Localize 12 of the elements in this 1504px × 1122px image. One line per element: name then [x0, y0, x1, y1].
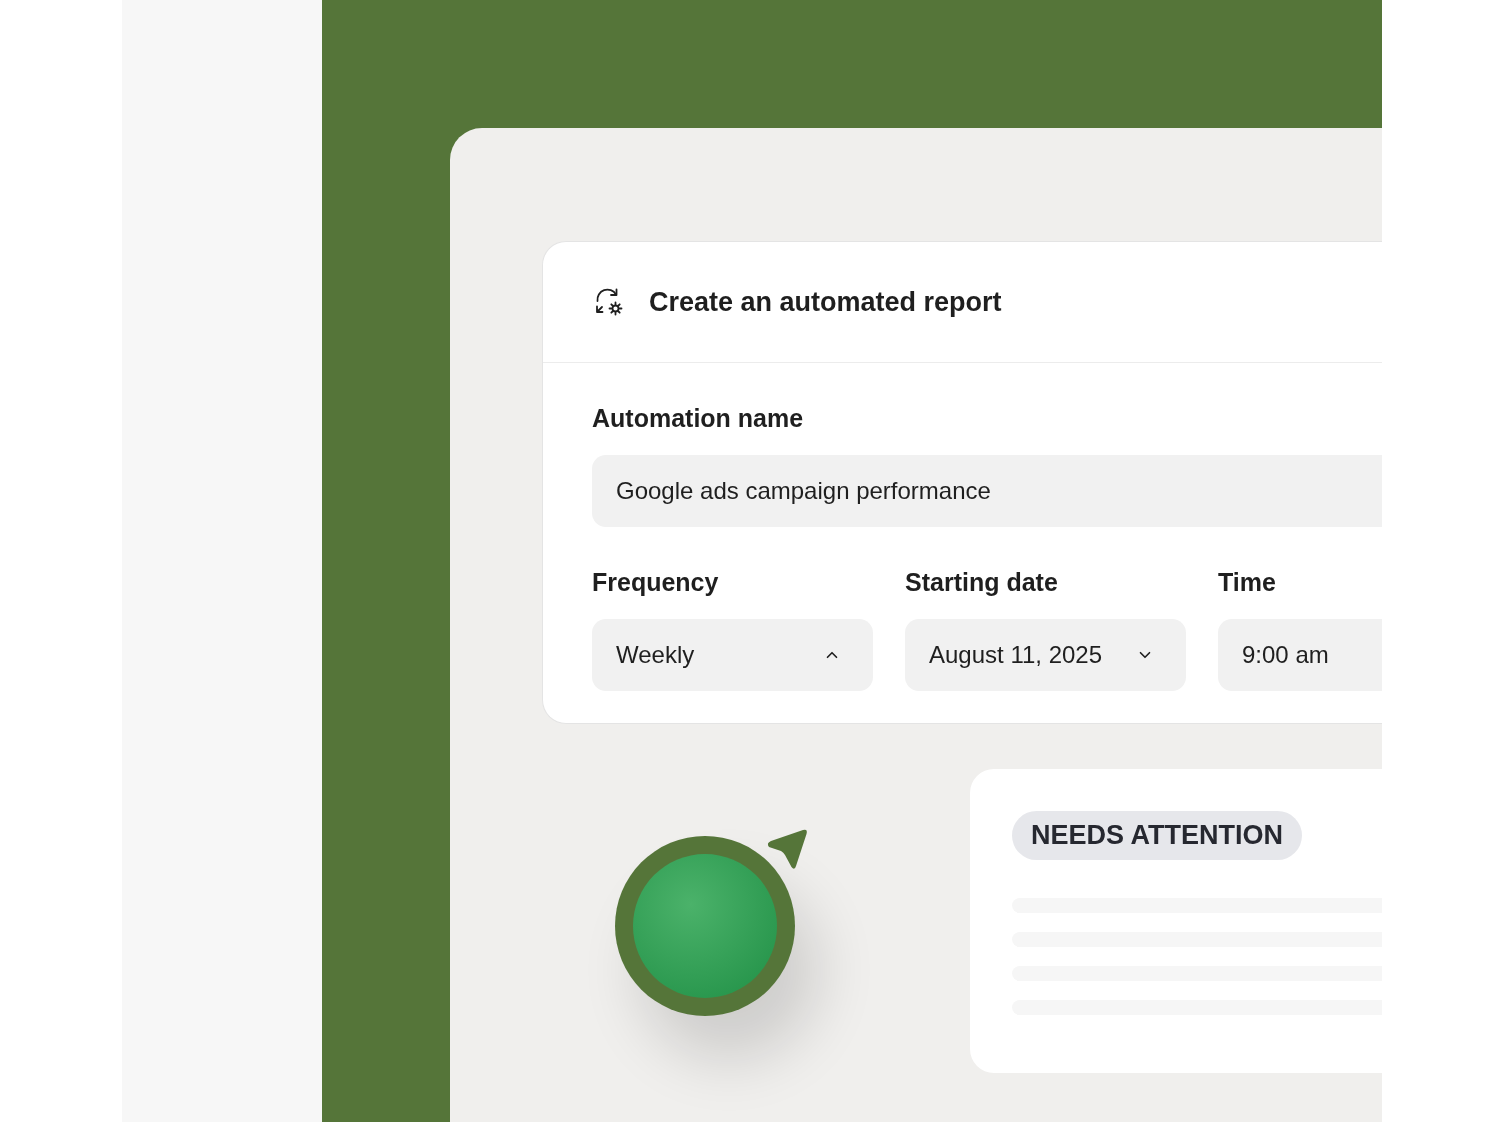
cursor-icon: [765, 827, 809, 871]
select-field[interactable]: August 11, 2025: [905, 619, 1186, 691]
refresh-gear-icon: [594, 287, 624, 317]
field-label: Automation name: [592, 403, 805, 433]
select-field[interactable]: 9:00 am: [1218, 619, 1382, 691]
input-field[interactable]: Google ads campaign performance: [592, 455, 1382, 527]
form-title: Create an automated report: [649, 285, 1002, 319]
status-badge: NEEDS ATTENTION: [1012, 811, 1302, 860]
field-label: Frequency: [592, 567, 720, 597]
field-label: Time: [1218, 567, 1277, 597]
field-label: Starting date: [905, 567, 1059, 597]
select-field[interactable]: Weekly: [592, 619, 873, 691]
